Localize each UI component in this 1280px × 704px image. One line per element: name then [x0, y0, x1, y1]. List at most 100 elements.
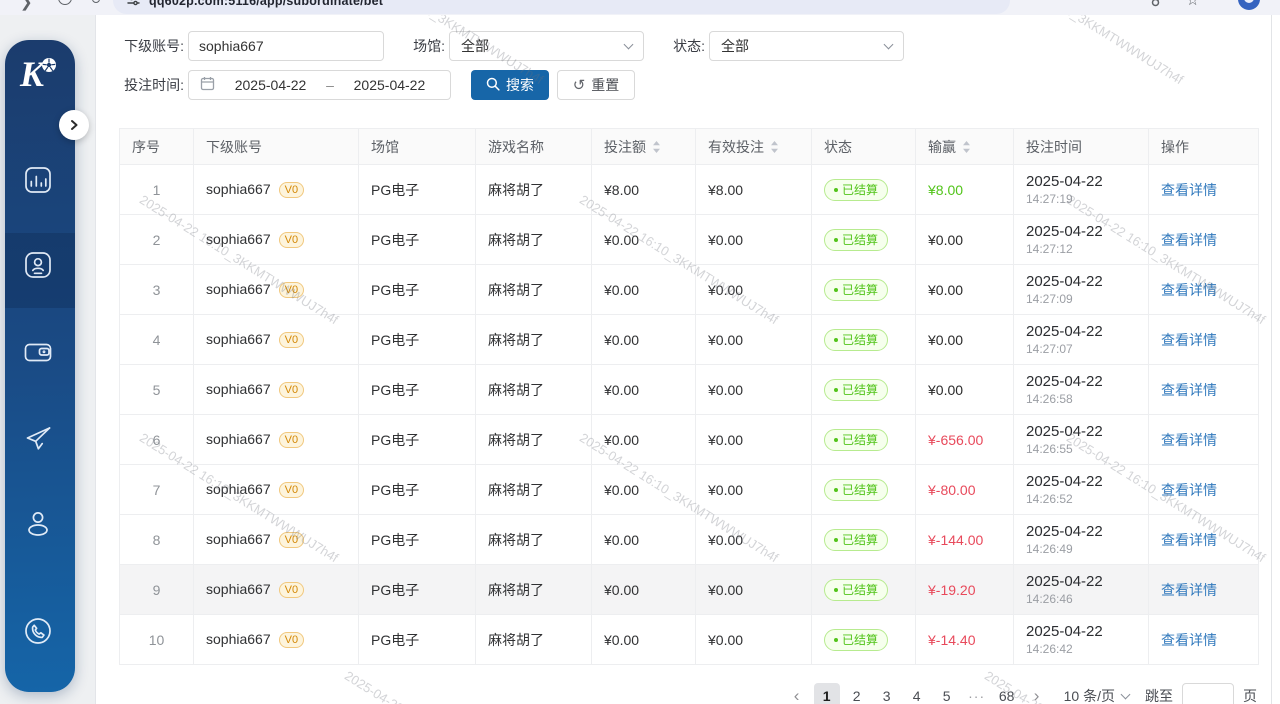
per-page-select[interactable]: 10 条/页	[1064, 686, 1129, 704]
status-dot-icon	[834, 238, 838, 242]
table-row: 5 sophia667V0 PG电子 麻将胡了 ¥0.00 ¥0.00 已结算 …	[120, 365, 1259, 415]
password-key-icon[interactable]	[1150, 0, 1166, 13]
sidebar-expand-button[interactable]	[59, 110, 89, 140]
cell-bet-time: 2025-04-2214:26:52	[1014, 465, 1149, 515]
sort-icon[interactable]	[652, 141, 661, 157]
sort-icon[interactable]	[770, 141, 779, 157]
bet-time: 14:26:58	[1026, 392, 1136, 407]
cell-valid-bet: ¥0.00	[696, 565, 812, 615]
page-button[interactable]: 3	[874, 683, 900, 704]
account-name: sophia667	[206, 581, 271, 597]
search-button[interactable]: 搜索	[471, 70, 549, 100]
account-input[interactable]	[188, 31, 384, 61]
winloss-value: ¥0.00	[928, 282, 963, 298]
brand-logo[interactable]: K	[18, 52, 62, 101]
page-button[interactable]: 4	[904, 683, 930, 704]
sort-icon[interactable]	[962, 141, 971, 157]
scrollbar[interactable]	[1271, 15, 1272, 704]
reset-button[interactable]: ↺ 重置	[557, 70, 635, 100]
site-settings-icon[interactable]	[127, 0, 140, 7]
page-button[interactable]: ›	[1024, 683, 1050, 704]
account-name: sophia667	[206, 231, 271, 247]
page-button[interactable]: ···	[964, 683, 990, 704]
sidebar-item-wallet[interactable]	[23, 339, 53, 369]
cell-game: 麻将胡了	[476, 515, 592, 565]
winloss-value: ¥-14.40	[928, 632, 975, 648]
sidebar-item-messages[interactable]	[23, 425, 53, 455]
page-button[interactable]: 2	[844, 683, 870, 704]
view-details-link[interactable]: 查看详情	[1161, 582, 1217, 598]
sidebar: K	[5, 40, 75, 692]
cell-bet-amount: ¥0.00	[592, 215, 696, 265]
vip-level-badge: V0	[279, 432, 304, 448]
status-badge: 已结算	[824, 329, 888, 351]
column-label: 输赢	[928, 139, 956, 155]
page-button[interactable]: 68	[994, 683, 1020, 704]
vip-level-badge: V0	[279, 382, 304, 398]
status-dot-icon	[834, 188, 838, 192]
paper-plane-icon	[23, 423, 53, 458]
extension-icon[interactable]	[92, 0, 100, 3]
page-button[interactable]: ‹	[784, 683, 810, 704]
cell-action: 查看详情	[1149, 615, 1259, 665]
winloss-value: ¥0.00	[928, 382, 963, 398]
pagination-bar: ‹ 1 2 3 4 5 ··· 68 › 10	[784, 682, 1257, 704]
sidebar-item-support[interactable]	[23, 618, 53, 648]
cell-valid-bet: ¥0.00	[696, 365, 812, 415]
page-button[interactable]: 1	[814, 683, 840, 704]
bet-date: 2025-04-22	[1026, 223, 1136, 241]
cell-venue: PG电子	[359, 565, 476, 615]
reset-button-label: 重置	[591, 75, 619, 95]
address-bar[interactable]: qq602p.com:5116/app/subordinate/bet	[113, 0, 1010, 14]
cell-bet-time: 2025-04-2214:26:49	[1014, 515, 1149, 565]
cell-game: 麻将胡了	[476, 315, 592, 365]
view-details-link[interactable]: 查看详情	[1161, 232, 1217, 248]
bet-date: 2025-04-22	[1026, 623, 1136, 641]
venue-select[interactable]: 全部	[449, 31, 644, 61]
cell-valid-bet: ¥0.00	[696, 415, 812, 465]
table-column-header: 有效投注	[696, 129, 812, 165]
view-details-link[interactable]: 查看详情	[1161, 282, 1217, 298]
reset-icon: ↺	[573, 78, 586, 93]
status-badge: 已结算	[824, 429, 888, 451]
page-button[interactable]: 5	[934, 683, 960, 704]
status-select[interactable]: 全部	[709, 31, 904, 61]
cell-status: 已结算	[812, 415, 916, 465]
column-label: 投注额	[604, 139, 646, 155]
bet-date: 2025-04-22	[1026, 573, 1136, 591]
date-range-picker[interactable]: 2025-04-22 – 2025-04-22	[188, 70, 451, 100]
cell-status: 已结算	[812, 265, 916, 315]
forward-icon[interactable]: ❯	[20, 0, 33, 11]
sidebar-item-subordinates[interactable]	[23, 252, 53, 282]
cell-game: 麻将胡了	[476, 415, 592, 465]
cell-bet-time: 2025-04-2214:27:19	[1014, 165, 1149, 215]
cell-status: 已结算	[812, 615, 916, 665]
cell-bet-amount: ¥0.00	[592, 515, 696, 565]
status-badge: 已结算	[824, 229, 888, 251]
table-row: 4 sophia667V0 PG电子 麻将胡了 ¥0.00 ¥0.00 已结算 …	[120, 315, 1259, 365]
view-details-link[interactable]: 查看详情	[1161, 382, 1217, 398]
bet-date: 2025-04-22	[1026, 373, 1136, 391]
view-details-link[interactable]: 查看详情	[1161, 332, 1217, 348]
date-from-value: 2025-04-22	[221, 77, 320, 93]
cell-action: 查看详情	[1149, 315, 1259, 365]
cell-account: sophia667V0	[194, 415, 359, 465]
cell-seq: 10	[120, 615, 194, 665]
browser-profile-avatar[interactable]	[1238, 0, 1260, 10]
view-details-link[interactable]: 查看详情	[1161, 532, 1217, 548]
view-details-link[interactable]: 查看详情	[1161, 632, 1217, 648]
sidebar-item-reports[interactable]	[23, 167, 53, 197]
sidebar-item-profile[interactable]	[23, 510, 53, 540]
table-header-row: 序号 下级账号 场馆 游戏名称	[120, 129, 1259, 165]
cell-bet-amount: ¥0.00	[592, 565, 696, 615]
vip-level-badge: V0	[279, 282, 304, 298]
jump-page-input[interactable]	[1182, 683, 1234, 704]
view-details-link[interactable]: 查看详情	[1161, 182, 1217, 198]
view-details-link[interactable]: 查看详情	[1161, 432, 1217, 448]
reload-icon[interactable]	[58, 0, 72, 5]
status-text: 已结算	[842, 581, 878, 598]
bookmark-star-icon[interactable]: ☆	[1186, 0, 1199, 9]
status-badge: 已结算	[824, 579, 888, 601]
view-details-link[interactable]: 查看详情	[1161, 482, 1217, 498]
status-dot-icon	[834, 388, 838, 392]
